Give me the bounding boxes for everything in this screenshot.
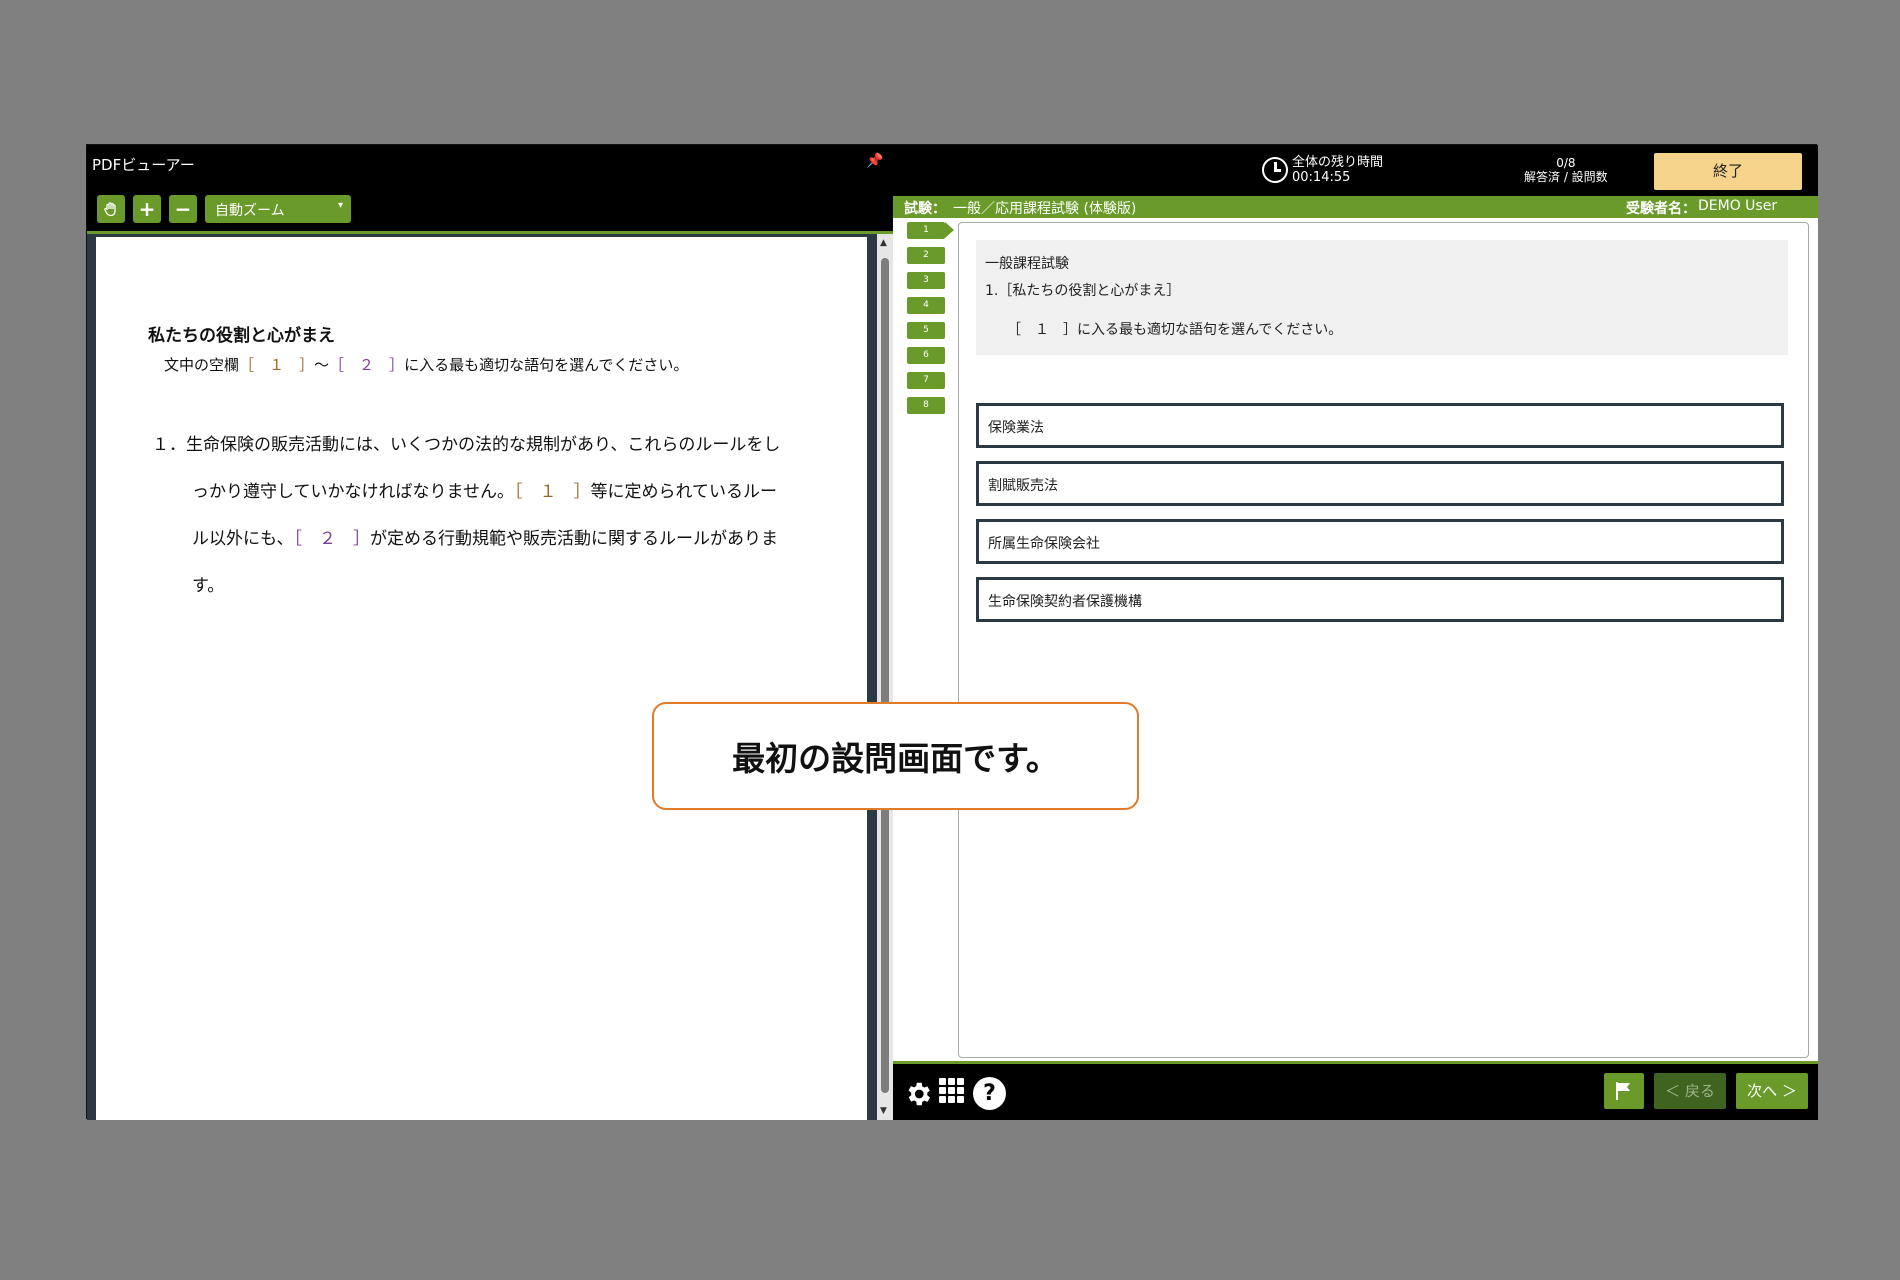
exam-label: 試験： — [904, 201, 946, 217]
doc-body: １．生命保険の販売活動には、いくつかの法的な規制があり、これらのルールをし っか… — [152, 422, 822, 610]
bottom-toolbar: ? ＜ 戻る 次へ ＞ — [893, 1061, 1818, 1120]
zoom-select[interactable]: 自動ズーム ▾ — [205, 195, 351, 223]
user-label: 受験者名： — [1626, 201, 1696, 217]
instr-tilde: ～ — [314, 356, 330, 374]
question-nav-5[interactable]: 5 — [907, 322, 945, 339]
blank-1: ［ １ ］ — [239, 356, 315, 374]
question-nav-4[interactable]: 4 — [907, 297, 945, 314]
progress-count: 0/8 — [1556, 156, 1576, 170]
help-icon[interactable]: ? — [973, 1077, 1006, 1110]
line-3-text: ル以外にも、 — [192, 529, 294, 549]
exam-name: 一般／応用課程試験 (体験版) — [953, 201, 1137, 217]
hand-icon — [104, 202, 116, 217]
line-1-text: 生命保険の販売活動には、いくつかの法的な規制があり、これらのルールをし — [186, 435, 781, 455]
answer-option-3[interactable]: 所属生命保険会社 — [976, 519, 1784, 564]
pdf-viewer-title: PDFビューアー — [92, 156, 195, 174]
doc-heading: 私たちの役割と心がまえ — [148, 326, 335, 346]
question-nav-3[interactable]: 3 — [907, 272, 945, 289]
zoom-in-button[interactable]: + — [133, 195, 161, 223]
timer-value: 00:14:55 — [1292, 170, 1351, 185]
user-name: DEMO User — [1698, 198, 1778, 214]
question-nav-6[interactable]: 6 — [907, 347, 945, 364]
minus-icon: − — [174, 197, 192, 221]
item-number: １． — [152, 435, 186, 455]
doc-line-2: っかり遵守していかなければなりません。［ １ ］等に定められているルー — [152, 469, 822, 516]
blank-2-inline: ［ ２ ］ — [293, 529, 371, 549]
scroll-down-icon[interactable]: ▼ — [880, 1106, 887, 1116]
line-2-text: っかり遵守していかなければなりません。 — [192, 482, 514, 502]
exam-body: 1 2 3 4 5 6 7 8 一般課程試験 1.［私たちの役割と心がまえ］ ［… — [893, 218, 1818, 1061]
clock-icon — [1262, 157, 1288, 183]
answer-option-1[interactable]: 保険業法 — [976, 403, 1784, 448]
caret-down-icon: ▾ — [337, 200, 343, 211]
gear-icon[interactable] — [903, 1079, 933, 1109]
question-prompt: ［ １ ］に入る最も適切な語句を選んでください。 — [1007, 322, 1343, 338]
question-nav: 1 2 3 4 5 6 7 8 — [907, 222, 954, 422]
app-window: PDFビューアー 📌 + − 自動ズーム ▾ 私たちの役割と心がまえ 文中の空欄… — [86, 144, 1818, 1120]
grid-icon[interactable] — [939, 1078, 964, 1103]
blank-2: ［ ２ ］ — [329, 356, 405, 374]
instr-text: 文中の空欄 — [164, 356, 240, 374]
pdf-toolbar: + − 自動ズーム ▾ — [97, 195, 351, 223]
flag-button[interactable] — [1604, 1073, 1644, 1109]
question-nav-8[interactable]: 8 — [907, 397, 945, 414]
answer-option-4[interactable]: 生命保険契約者保護機構 — [976, 577, 1784, 622]
pdf-document-area: 私たちの役割と心がまえ 文中の空欄［ １ ］～［ ２ ］に入る最も適切な語句を選… — [87, 234, 877, 1120]
question-section: 一般課程試験 — [985, 256, 1069, 272]
doc-line-3: ル以外にも、［ ２ ］が定める行動規範や販売活動に関するルールがありま — [152, 516, 822, 563]
back-button[interactable]: ＜ 戻る — [1654, 1073, 1726, 1109]
pdf-page: 私たちの役割と心がまえ 文中の空欄［ １ ］～［ ２ ］に入る最も適切な語句を選… — [96, 237, 867, 1120]
instr-post: に入る最も適切な語句を選んでください。 — [404, 356, 689, 374]
answer-option-2[interactable]: 割賦販売法 — [976, 461, 1784, 506]
scroll-up-icon[interactable]: ▲ — [880, 238, 887, 248]
doc-instructions: 文中の空欄［ １ ］～［ ２ ］に入る最も適切な語句を選んでください。 — [164, 354, 688, 375]
next-button[interactable]: 次へ ＞ — [1736, 1073, 1808, 1109]
timer-label: 全体の残り時間 — [1292, 155, 1384, 170]
pdf-scrollbar[interactable]: ▲ ▼ — [877, 234, 893, 1120]
timer-text: 全体の残り時間 00:14:55 — [1292, 155, 1383, 185]
end-button[interactable]: 終了 — [1654, 153, 1802, 190]
scrollbar-thumb[interactable] — [881, 258, 889, 1093]
question-nav-7[interactable]: 7 — [907, 372, 945, 389]
question-title: 1.［私たちの役割と心がまえ］ — [985, 283, 1181, 299]
pdf-viewer-pane: PDFビューアー 📌 + − 自動ズーム ▾ 私たちの役割と心がまえ 文中の空欄… — [87, 145, 893, 1120]
zoom-select-value: 自動ズーム — [215, 203, 285, 219]
line-3-post: が定める行動規範や販売活動に関するルールがありま — [370, 529, 778, 549]
flag-icon — [1616, 1082, 1630, 1100]
exam-pane: 全体の残り時間 00:14:55 0/8 解答済 / 設問数 終了 試験： 一般… — [893, 145, 1818, 1120]
blank-1-inline: ［ １ ］ — [513, 482, 591, 502]
hand-tool-button[interactable] — [97, 195, 125, 223]
plus-icon: + — [138, 197, 156, 221]
progress-indicator: 0/8 解答済 / 設問数 — [1524, 156, 1608, 184]
progress-label: 解答済 / 設問数 — [1524, 170, 1608, 184]
question-nav-2[interactable]: 2 — [907, 247, 945, 264]
question-nav-1[interactable]: 1 — [907, 222, 954, 239]
doc-line-1: １．生命保険の販売活動には、いくつかの法的な規制があり、これらのルールをし — [152, 422, 822, 469]
question-panel: 一般課程試験 1.［私たちの役割と心がまえ］ ［ １ ］に入る最も適切な語句を選… — [958, 222, 1809, 1058]
doc-line-4: す。 — [192, 576, 225, 596]
zoom-out-button[interactable]: − — [169, 195, 197, 223]
exam-info-bar: 試験： 一般／応用課程試験 (体験版) 受験者名： DEMO User — [893, 196, 1818, 218]
callout-annotation: 最初の設問画面です。 — [652, 702, 1139, 810]
pin-icon[interactable]: 📌 — [866, 153, 883, 169]
timer: 全体の残り時間 00:14:55 — [1262, 155, 1383, 185]
line-2-post: 等に定められているルー — [590, 482, 777, 502]
question-box: 一般課程試験 1.［私たちの役割と心がまえ］ ［ １ ］に入る最も適切な語句を選… — [976, 240, 1788, 355]
